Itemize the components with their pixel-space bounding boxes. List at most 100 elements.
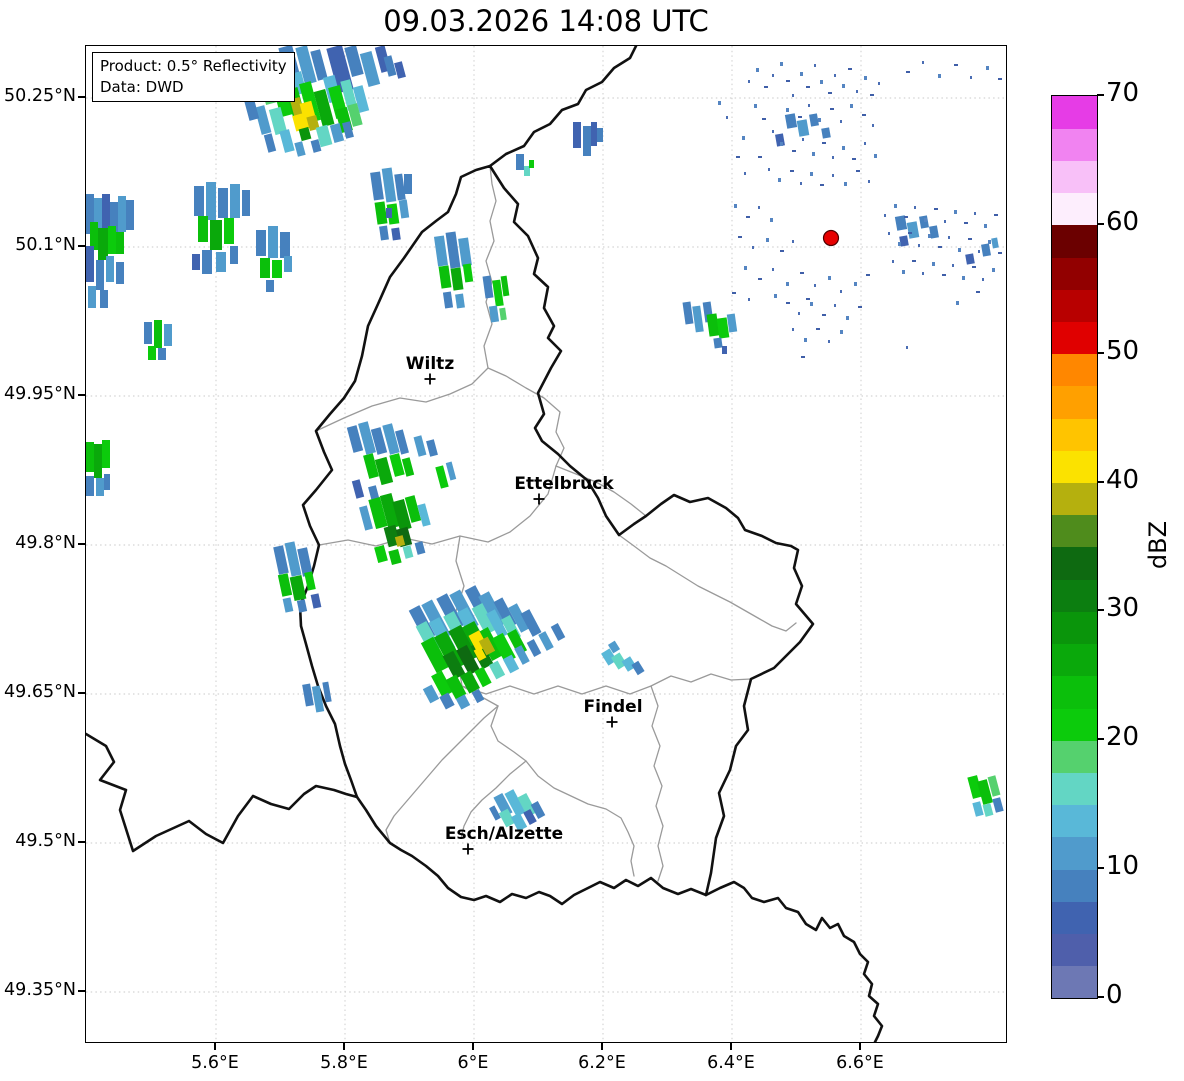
radar-echo [154,320,162,348]
radar-echo [104,474,110,490]
clutter-speckle [786,302,790,304]
clutter-speckle [816,328,820,330]
district-border [619,535,796,631]
radar-echo [375,201,388,224]
clutter-speckle [762,118,766,120]
radar-echo [116,232,124,254]
radar-echo [821,127,831,138]
clutter-speckle [828,92,832,94]
radar-echo [88,286,96,308]
clutter-speckle [852,158,856,160]
radar-echo [86,476,94,496]
clutter-speckle [902,270,905,274]
radar-echo [255,105,272,135]
clutter-speckle [786,108,789,112]
clutter-speckle [906,71,910,73]
clutter-speckle [756,68,759,72]
radar-echo [210,220,222,250]
clutter-speckle [888,232,890,235]
radar-echo [403,545,414,559]
clutter-speckle [830,108,834,110]
colorbar-tick-label: 20 [1106,722,1139,752]
clutter-speckle [804,338,807,342]
country-border [86,734,357,851]
colorbar-segment [1052,611,1097,644]
radar-echo [483,276,494,299]
radar-echo [394,61,406,79]
radar-echo [224,218,234,244]
radar-echo [256,230,266,256]
radar-echo [216,252,226,272]
axis-tick-mark [78,245,85,247]
radar-echo [455,294,465,309]
clutter-speckle [864,142,866,145]
radar-echo [260,258,270,278]
radar-echo [116,262,124,284]
radar-echo [809,113,819,126]
radar-echo [206,182,216,220]
clutter-speckle [822,142,826,144]
radar-echo [551,623,566,641]
clutter-speckle [842,146,845,150]
product-line: Product: 0.5° Reflectivity [100,56,287,77]
radar-echo [529,160,534,168]
radar-echo [100,290,108,308]
district-border [651,686,663,881]
clutter-speckle [802,138,804,141]
clutter-speckle [894,204,897,208]
radar-echo [434,235,448,266]
axis-tick-mark [601,1043,603,1050]
radar-echo [98,228,108,260]
radar-echo [192,254,200,270]
radar-echo [446,462,456,481]
lon-tick-label: 5.6°E [170,1053,260,1073]
clutter-speckle [924,218,927,222]
clutter-speckle [912,260,916,262]
clutter-speckle [906,346,908,349]
clutter-speckle [998,252,1002,254]
clutter-speckle [948,236,950,239]
radar-echo [516,154,524,170]
colorbar-tick-mark [1097,867,1104,869]
clutter-speckle [792,94,794,97]
colorbar-segment [1052,386,1097,419]
colorbar-segment [1052,354,1097,387]
colorbar-segment [1052,96,1097,129]
district-border [386,706,498,843]
clutter-speckle [786,80,790,82]
clutter-speckle [810,172,813,176]
city-label: Findel [583,697,642,717]
clutter-speckle [754,104,757,108]
radar-echo [375,457,393,485]
city-label: Ettelbruck [514,474,614,494]
clutter-speckle [922,61,924,64]
clutter-speckle [800,272,804,274]
radar-echo [230,184,240,218]
radar-echo [451,267,464,290]
clutter-speckle [780,250,784,252]
radar-echo [294,141,305,157]
clutter-speckle [766,238,769,242]
clutter-speckle [772,74,774,77]
clutter-speckle [898,242,901,246]
clutter-speckle [820,184,824,186]
radar-echo [415,541,426,555]
colorbar-segment [1052,257,1097,290]
clutter-speckle [942,274,946,276]
radar-echo [106,256,114,282]
district-border [462,674,751,694]
radar-echo [230,246,238,264]
axis-tick-mark [859,1043,861,1050]
colorbar-segment [1052,966,1097,999]
clutter-speckle [988,240,991,244]
clutter-speckle [758,206,760,209]
clutter-speckle [856,90,858,93]
clutter-speckle [718,101,721,105]
radar-echo [202,250,212,274]
radar-echo [158,348,166,360]
radar-echo [311,593,322,608]
clutter-speckle [770,218,773,222]
radar-echo [272,260,282,278]
clutter-speckle [774,294,777,298]
clutter-speckle [772,268,774,271]
